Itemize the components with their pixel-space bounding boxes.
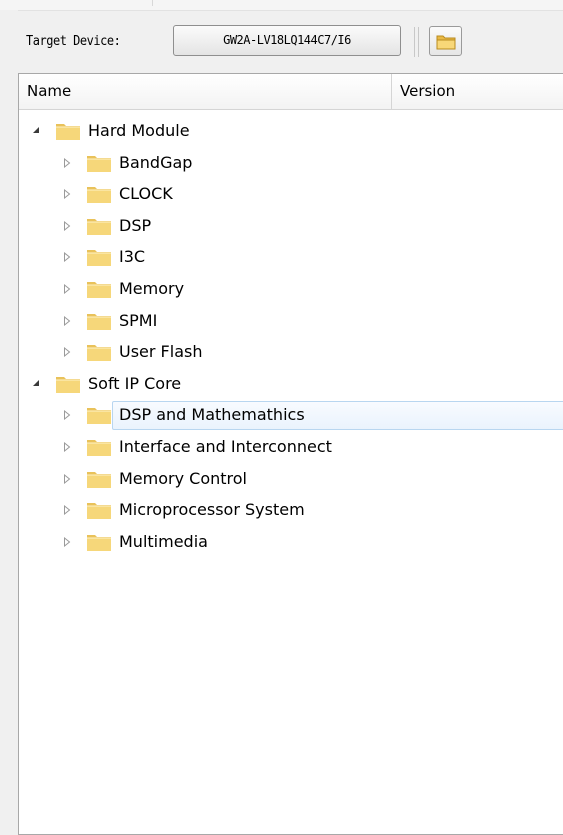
collapsed-arrow-icon[interactable] — [63, 432, 73, 461]
collapsed-arrow-icon[interactable] — [63, 400, 73, 429]
tree-node-label: CLOCK — [119, 184, 173, 204]
column-version-header[interactable]: Version — [400, 82, 455, 100]
folder-icon — [86, 184, 112, 213]
tree-item-row[interactable]: Multimedia — [19, 527, 563, 556]
folder-icon — [86, 437, 112, 466]
tree-item-row[interactable]: CLOCK — [19, 179, 563, 208]
tree-item-row[interactable]: DSP and Mathemathics — [19, 400, 563, 431]
tree-node-label: Memory Control — [119, 468, 247, 488]
collapsed-arrow-icon[interactable] — [63, 464, 73, 493]
toolbar: Target Device: GW2A-LV18LQ144C7/I6 — [18, 10, 563, 73]
tree-node-label: Hard Module — [88, 121, 190, 140]
tree-header: Name Version — [19, 74, 563, 110]
collapsed-arrow-icon[interactable] — [63, 211, 73, 240]
folder-icon — [86, 342, 112, 371]
ip-core-tree[interactable]: Name Version Hard Module BandGap CLOCK DSP I… — [18, 73, 563, 835]
target-device-button[interactable]: GW2A-LV18LQ144C7/I6 — [173, 25, 401, 56]
tree-node-label: Microprocessor System — [119, 500, 305, 520]
column-divider[interactable] — [391, 74, 392, 110]
folder-icon — [86, 469, 112, 498]
folder-icon — [86, 279, 112, 308]
folder-icon — [86, 216, 112, 245]
tree-node-label: Interface and Interconnect — [119, 437, 332, 456]
collapsed-arrow-icon[interactable] — [63, 242, 73, 271]
folder-icon — [55, 121, 81, 150]
folder-icon — [86, 153, 112, 182]
folder-icon — [86, 532, 112, 561]
folder-icon — [436, 35, 456, 50]
tree-item-row[interactable]: BandGap — [19, 148, 563, 177]
tree-node-label: DSP — [119, 215, 152, 235]
folder-icon — [86, 500, 112, 529]
tree-item-row[interactable]: Memory Control — [19, 464, 563, 493]
tree-node-label: DSP and Mathemathics — [119, 405, 305, 425]
tree-node-label: I3C — [119, 247, 146, 267]
top-strip — [0, 0, 563, 10]
tree-node-label: Soft IP Core — [88, 373, 182, 393]
toolbar-separator — [414, 27, 415, 57]
collapsed-arrow-icon[interactable] — [63, 306, 73, 335]
tree-item-row[interactable]: Microprocessor System — [19, 495, 563, 524]
tree-node-label: User Flash — [119, 342, 203, 362]
tree-group-row[interactable]: Soft IP Core — [19, 369, 563, 398]
collapsed-arrow-icon[interactable] — [63, 148, 73, 177]
collapsed-arrow-icon[interactable] — [63, 179, 73, 208]
tree-item-row[interactable]: Memory — [19, 274, 563, 303]
expanded-arrow-icon[interactable] — [32, 369, 42, 398]
target-device-label: Target Device: — [26, 34, 121, 49]
folder-icon — [86, 311, 112, 340]
tree-group-row[interactable]: Hard Module — [19, 116, 563, 145]
tree-item-row[interactable]: I3C — [19, 242, 563, 271]
tree-item-row[interactable]: User Flash — [19, 337, 563, 366]
tree-node-label: BandGap — [119, 152, 193, 172]
collapsed-arrow-icon[interactable] — [63, 527, 73, 556]
tree-item-row[interactable]: DSP — [19, 211, 563, 240]
tree-node-label: Multimedia — [119, 531, 208, 551]
folder-icon — [55, 374, 81, 403]
toolbar-separator — [418, 27, 419, 57]
folder-icon — [86, 405, 112, 434]
expanded-arrow-icon[interactable] — [32, 116, 42, 145]
collapsed-arrow-icon[interactable] — [63, 337, 73, 366]
open-folder-button[interactable] — [429, 26, 462, 56]
tree-node-label: Memory — [119, 279, 185, 298]
tree-item-row[interactable]: SPMI — [19, 306, 563, 335]
tree-node-label: SPMI — [119, 310, 158, 330]
tree-item-row[interactable]: Interface and Interconnect — [19, 432, 563, 461]
column-name-header[interactable]: Name — [27, 82, 71, 100]
collapsed-arrow-icon[interactable] — [63, 274, 73, 303]
collapsed-arrow-icon[interactable] — [63, 495, 73, 524]
tab-notch — [152, 0, 153, 6]
folder-icon — [86, 247, 112, 276]
